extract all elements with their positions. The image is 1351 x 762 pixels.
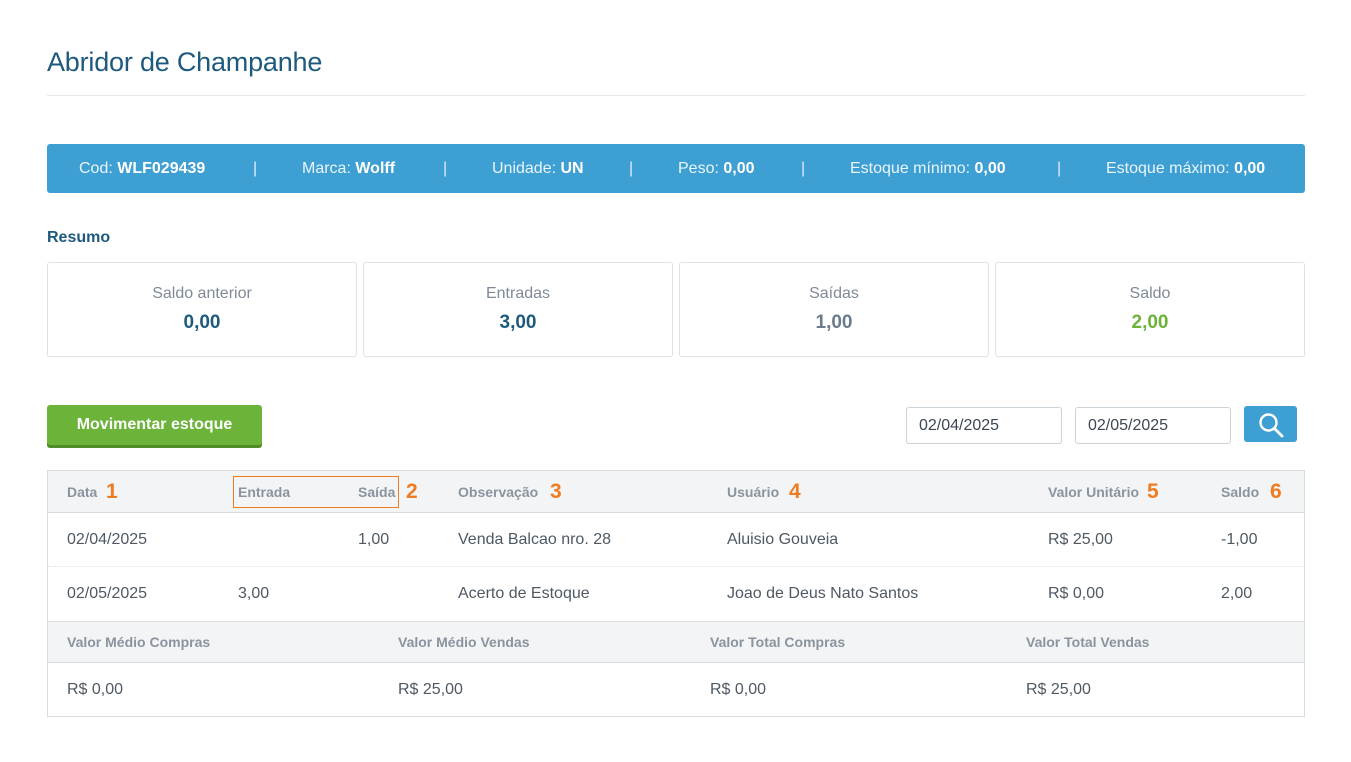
cell-entrada: 3,00 [238, 585, 270, 602]
marker-2: 2 [406, 480, 418, 503]
card-saldo: Saldo 2,00 [995, 262, 1305, 357]
cell-valor-unitario: R$ 0,00 [1048, 585, 1105, 602]
card-label: Saldo anterior [152, 285, 252, 302]
header-valor-total-vendas: Valor Total Vendas [1026, 634, 1150, 650]
cell-valor-medio-vendas: R$ 25,00 [398, 681, 463, 698]
info-marca-value: Wolff [355, 160, 396, 177]
header-valor-medio-compras: Valor Médio Compras [67, 634, 211, 650]
info-separator: | [253, 160, 258, 177]
table-row: 02/04/2025 1,00 Venda Balcao nro. 28 Alu… [48, 513, 1304, 567]
movimentar-estoque-button[interactable]: Movimentar estoque [47, 405, 262, 445]
cell-saldo: 2,00 [1221, 585, 1253, 602]
cell-observacao: Acerto de Estoque [458, 585, 590, 602]
cell-valor-total-vendas: R$ 25,00 [1026, 681, 1091, 698]
cell-usuario: Aluisio Gouveia [727, 531, 839, 548]
card-saidas: Saídas 1,00 [679, 262, 989, 357]
date-from-input[interactable] [906, 407, 1062, 444]
info-cod: Cod: WLF029439 [79, 144, 205, 193]
header-valor-total-compras: Valor Total Compras [710, 634, 846, 650]
cell-data: 02/04/2025 [67, 531, 148, 548]
card-value: 2,00 [1131, 312, 1169, 333]
header-saida: Saída [358, 484, 396, 500]
info-unidade: Unidade: UN [492, 144, 584, 193]
card-value: 1,00 [815, 312, 853, 333]
table-row: 02/05/2025 3,00 Acerto de Estoque Joao d… [48, 567, 1304, 621]
totals-header: Valor Médio Compras Valor Médio Vendas V… [48, 621, 1304, 663]
header-entrada: Entrada [238, 484, 291, 500]
header-usuario: Usuário [727, 484, 780, 500]
card-value: 3,00 [499, 312, 537, 333]
product-info-bar: Cod: WLF029439 | Marca: Wolff | Unidade:… [47, 144, 1305, 193]
info-separator: | [801, 160, 806, 177]
info-separator: | [443, 160, 448, 177]
info-estoque-minimo-label: Estoque mínimo: [850, 160, 971, 177]
info-estoque-minimo: Estoque mínimo: 0,00 [850, 144, 1006, 193]
info-cod-label: Cod: [79, 160, 113, 177]
info-unidade-value: UN [560, 160, 584, 177]
summary-title: Resumo [47, 229, 111, 246]
header-valor-unitario: Valor Unitário [1048, 484, 1140, 500]
info-estoque-maximo-label: Estoque máximo: [1106, 160, 1230, 177]
page-title: Abridor de Champanhe [47, 47, 323, 77]
cell-valor-medio-compras: R$ 0,00 [67, 681, 124, 698]
info-estoque-maximo: Estoque máximo: 0,00 [1106, 144, 1265, 193]
cell-saida: 1,00 [358, 531, 390, 548]
cell-data: 02/05/2025 [67, 585, 148, 602]
search-button[interactable] [1244, 406, 1297, 442]
card-entradas: Entradas 3,00 [363, 262, 673, 357]
info-peso: Peso: 0,00 [678, 144, 755, 193]
card-label: Saídas [809, 285, 859, 302]
cell-valor-unitario: R$ 25,00 [1048, 531, 1113, 548]
card-value: 0,00 [183, 312, 221, 333]
cell-observacao: Venda Balcao nro. 28 [458, 531, 612, 548]
marker-4: 4 [789, 480, 801, 503]
marker-5: 5 [1147, 480, 1159, 503]
header-observacao: Observação [458, 484, 539, 500]
info-unidade-label: Unidade: [492, 160, 557, 177]
search-icon [1259, 413, 1284, 438]
info-estoque-minimo-value: 0,00 [974, 160, 1006, 177]
totals-row: R$ 0,00 R$ 25,00 R$ 0,00 R$ 25,00 [48, 663, 1304, 717]
movements-table: Data 1 Entrada Saída 2 Observação 3 Usuá… [47, 470, 1305, 717]
title-divider [47, 95, 1305, 96]
info-cod-value: WLF029439 [117, 160, 206, 177]
info-peso-label: Peso: [678, 160, 719, 177]
cell-valor-total-compras: R$ 0,00 [710, 681, 767, 698]
cell-usuario: Joao de Deus Nato Santos [727, 585, 919, 602]
info-marca: Marca: Wolff [302, 144, 395, 193]
marker-3: 3 [550, 480, 562, 503]
card-saldo-anterior: Saldo anterior 0,00 [47, 262, 357, 357]
info-separator: | [629, 160, 634, 177]
card-label: Entradas [485, 285, 551, 302]
marker-6: 6 [1270, 480, 1282, 503]
header-saldo: Saldo [1221, 484, 1260, 500]
cell-saldo: -1,00 [1221, 531, 1258, 548]
header-valor-medio-vendas: Valor Médio Vendas [398, 634, 530, 650]
info-estoque-maximo-value: 0,00 [1234, 160, 1266, 177]
header-data: Data [67, 484, 98, 500]
info-separator: | [1057, 160, 1062, 177]
table-header: Data 1 Entrada Saída 2 Observação 3 Usuá… [48, 471, 1304, 513]
marker-1: 1 [106, 480, 118, 503]
info-marca-label: Marca: [302, 160, 351, 177]
card-label: Saldo [1129, 285, 1171, 302]
info-peso-value: 0,00 [723, 160, 755, 177]
date-to-input[interactable] [1075, 407, 1231, 444]
